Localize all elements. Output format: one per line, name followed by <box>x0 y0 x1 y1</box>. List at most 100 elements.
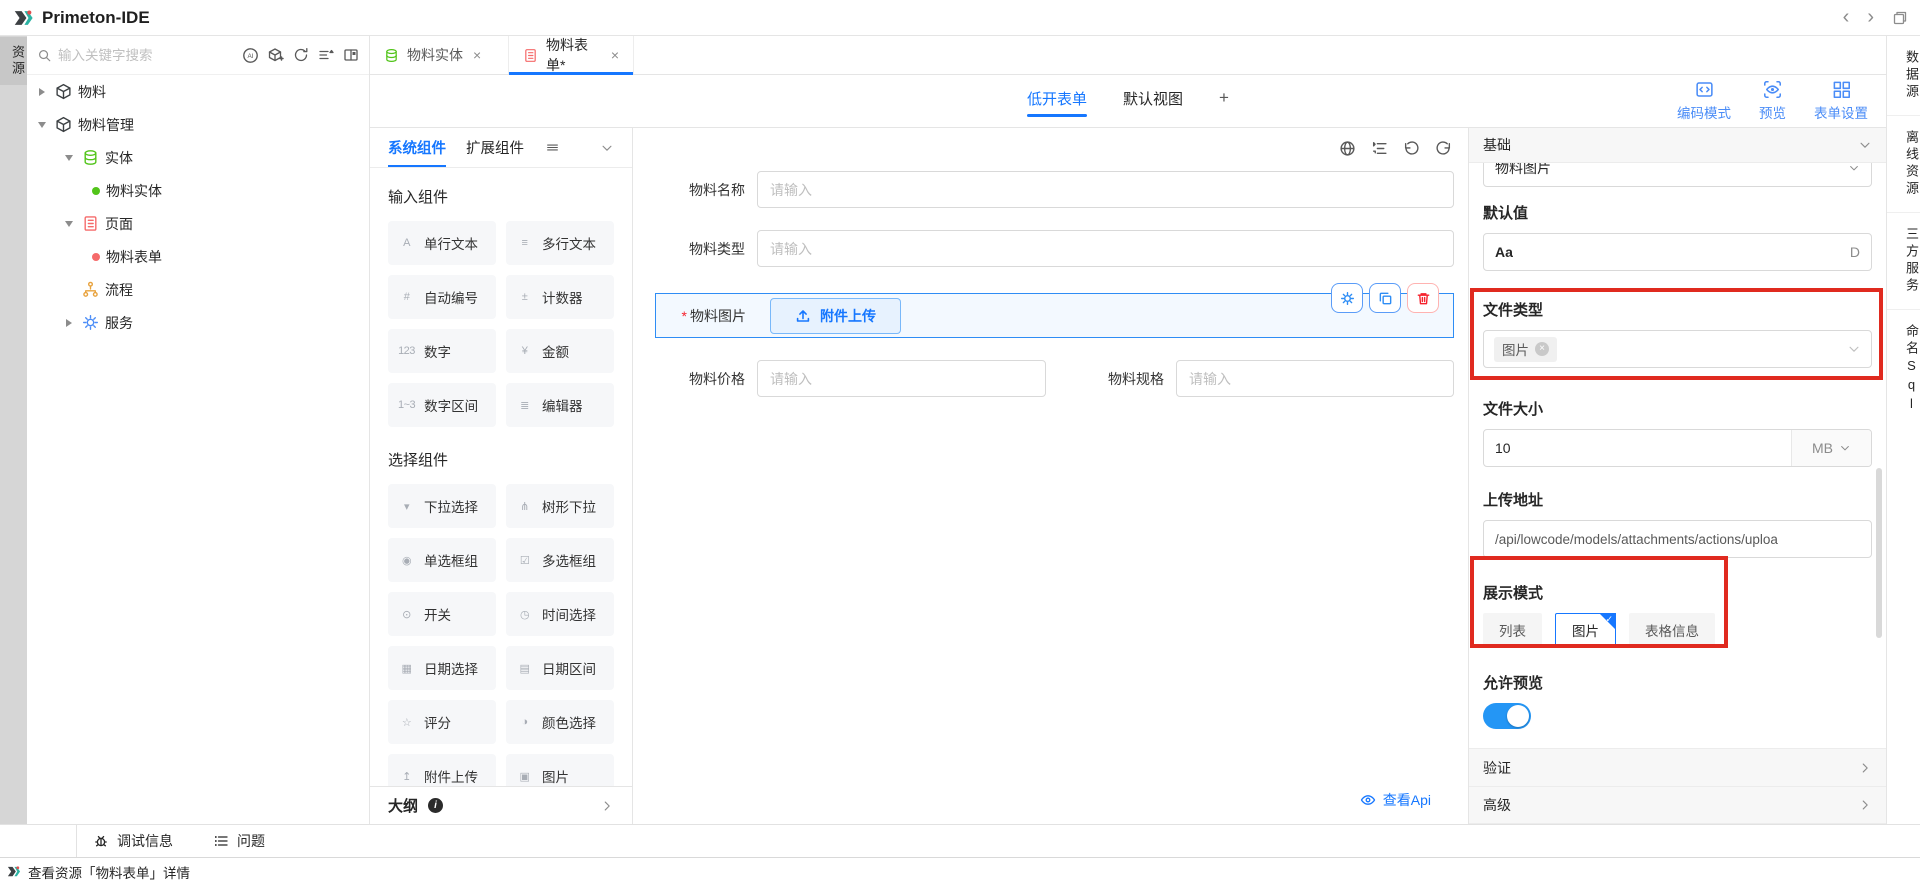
field-name-select-clipped[interactable]: 物料图片 <box>1483 163 1872 188</box>
preview-button[interactable]: 预览 <box>1759 80 1786 122</box>
doc-tab-material-entity[interactable]: 物料实体 × <box>370 36 509 74</box>
close-icon[interactable]: × <box>611 47 619 63</box>
tree-item-material-form[interactable]: 物料表单 <box>27 240 369 273</box>
refresh-icon[interactable] <box>293 47 309 63</box>
scrollbar-thumb[interactable] <box>1876 468 1882 638</box>
tree-item-material-mgmt[interactable]: 物料管理 <box>27 108 369 141</box>
tree-item-page-group[interactable]: 页面 <box>27 207 369 240</box>
material-spec-input[interactable] <box>1176 360 1454 397</box>
form-row-material-image-selected[interactable]: *物料图片 附件上传 <box>655 293 1454 338</box>
new-resource-icon[interactable] <box>268 47 284 63</box>
window-restore-icon[interactable] <box>1892 10 1908 26</box>
close-icon[interactable]: × <box>473 47 481 63</box>
attachment-upload-button[interactable]: 附件上传 <box>770 298 901 334</box>
material-price-input[interactable] <box>757 360 1046 397</box>
expander-expanded-icon[interactable] <box>62 221 76 227</box>
form-row-material-type[interactable]: 物料类型 <box>655 230 1454 267</box>
palette-item-rating[interactable]: ☆评分 <box>388 700 496 744</box>
palette-item-dropdown-select[interactable]: ▾下拉选择 <box>388 484 496 528</box>
display-mode-table-info[interactable]: 表格信息 <box>1629 613 1715 646</box>
nav-back-icon[interactable]: ‹ <box>1843 6 1850 29</box>
debug-info-button[interactable]: 调试信息 <box>93 831 173 851</box>
palette-item-editor[interactable]: ≣编辑器 <box>506 383 614 427</box>
palette-tab-system[interactable]: 系统组件 <box>388 128 446 167</box>
board-view-icon[interactable] <box>343 47 359 63</box>
section-basic[interactable]: 基础 <box>1469 128 1886 163</box>
tree-item-material-entity[interactable]: 物料实体 <box>27 174 369 207</box>
palette-item-color-picker[interactable]: ◑颜色选择 <box>506 700 614 744</box>
chevron-right-icon[interactable] <box>600 799 614 813</box>
rail-tab-data-source[interactable]: 数据源 <box>1887 36 1920 116</box>
form-row-material-name[interactable]: 物料名称 <box>655 171 1454 208</box>
palette-item-multi-line-text[interactable]: ≡多行文本 <box>506 221 614 265</box>
material-name-input[interactable] <box>757 171 1454 208</box>
tag-close-icon[interactable]: × <box>1535 342 1549 356</box>
palette-item-number[interactable]: 123数字 <box>388 329 496 373</box>
rail-tab-third-party-services[interactable]: 三方服务 <box>1887 213 1920 310</box>
view-tab-lowcode-form[interactable]: 低开表单 <box>1027 88 1087 121</box>
sort-list-icon[interactable] <box>318 47 334 63</box>
activity-tab-resources[interactable]: 资源 <box>0 37 27 85</box>
expander-expanded-icon[interactable] <box>35 122 49 128</box>
palette-item-date-picker[interactable]: ▦日期选择 <box>388 646 496 690</box>
palette-item-switch[interactable]: ⊙开关 <box>388 592 496 636</box>
rail-tab-offline-resources[interactable]: 离线资源 <box>1887 116 1920 213</box>
file-size-input[interactable]: 10 <box>1484 430 1791 466</box>
palette-item-radio-group[interactable]: ◉单选框组 <box>388 538 496 582</box>
field-delete-button[interactable] <box>1407 283 1439 313</box>
field-copy-button[interactable] <box>1369 283 1401 313</box>
section-validation[interactable]: 验证 <box>1469 748 1886 786</box>
file-type-select[interactable]: 图片 × <box>1483 330 1872 368</box>
code-mode-button[interactable]: 编码模式 <box>1677 80 1731 122</box>
field-settings-button[interactable] <box>1331 283 1363 313</box>
palette-item-tree-dropdown[interactable]: ⋔树形下拉 <box>506 484 614 528</box>
nav-forward-icon[interactable]: › <box>1867 6 1874 29</box>
palette-item-time-picker[interactable]: ◷时间选择 <box>506 592 614 636</box>
palette-item-image[interactable]: ▣图片 <box>506 754 614 786</box>
view-api-link[interactable]: 查看Api <box>1360 790 1431 810</box>
i18n-globe-icon[interactable] <box>1339 140 1356 157</box>
expander-collapsed-icon[interactable] <box>35 88 49 96</box>
search-input[interactable] <box>58 48 236 63</box>
tree-item-service[interactable]: 服务 <box>27 306 369 339</box>
ai-assist-icon[interactable]: AI <box>242 47 259 64</box>
section-advanced[interactable]: 高级 <box>1469 786 1886 824</box>
display-mode-list[interactable]: 列表 <box>1483 613 1542 646</box>
undo-icon[interactable] <box>1403 140 1420 157</box>
default-value-input[interactable]: Aa D <box>1483 233 1872 271</box>
palette-collapse-icon[interactable] <box>600 141 614 155</box>
palette-menu-icon[interactable] <box>546 141 559 154</box>
palette-item-single-line-text[interactable]: A单行文本 <box>388 221 496 265</box>
check-icon: ✓ <box>1605 614 1613 625</box>
palette-item-date-range[interactable]: ▤日期区间 <box>506 646 614 690</box>
material-type-input[interactable] <box>757 230 1454 267</box>
view-tab-default-view[interactable]: 默认视图 <box>1123 88 1183 121</box>
palette-item-counter[interactable]: ±计数器 <box>506 275 614 319</box>
expander-expanded-icon[interactable] <box>62 155 76 161</box>
palette-tab-extended[interactable]: 扩展组件 <box>466 128 524 167</box>
amount-icon: ¥ <box>516 345 533 357</box>
problems-button[interactable]: 问题 <box>213 831 265 851</box>
tree-item-flow[interactable]: 流程 <box>27 273 369 306</box>
form-settings-button[interactable]: 表单设置 <box>1814 80 1868 122</box>
palette-scroll-area[interactable]: 输入组件 A单行文本 ≡多行文本 #自动编号 ±计数器 123数字 ¥金额 1~… <box>370 168 632 786</box>
palette-item-auto-number[interactable]: #自动编号 <box>388 275 496 319</box>
tree-item-material[interactable]: 物料 <box>27 75 369 108</box>
tree-item-entity-group[interactable]: 实体 <box>27 141 369 174</box>
file-size-unit-select[interactable]: MB <box>1791 430 1871 466</box>
allow-preview-toggle-on[interactable] <box>1483 703 1531 729</box>
doc-tab-material-form[interactable]: 物料表单* × <box>509 36 634 74</box>
palette-item-number-range[interactable]: 1~3数字区间 <box>388 383 496 427</box>
display-mode-image-selected[interactable]: 图片 ✓ <box>1555 613 1616 646</box>
palette-item-amount[interactable]: ¥金额 <box>506 329 614 373</box>
upload-url-input[interactable]: /api/lowcode/models/attachments/actions/… <box>1483 520 1872 558</box>
add-view-button[interactable]: + <box>1219 88 1229 121</box>
rail-tab-named-sql[interactable]: 命名Sql <box>1887 310 1920 429</box>
outline-bar[interactable]: 大纲 i <box>370 786 632 824</box>
palette-item-checkbox-group[interactable]: ☑多选框组 <box>506 538 614 582</box>
cube-icon <box>55 116 72 133</box>
expander-collapsed-icon[interactable] <box>62 319 76 327</box>
redo-icon[interactable] <box>1435 140 1452 157</box>
palette-item-attachment-upload[interactable]: ↥附件上传 <box>388 754 496 786</box>
field-list-icon[interactable] <box>1371 140 1388 157</box>
